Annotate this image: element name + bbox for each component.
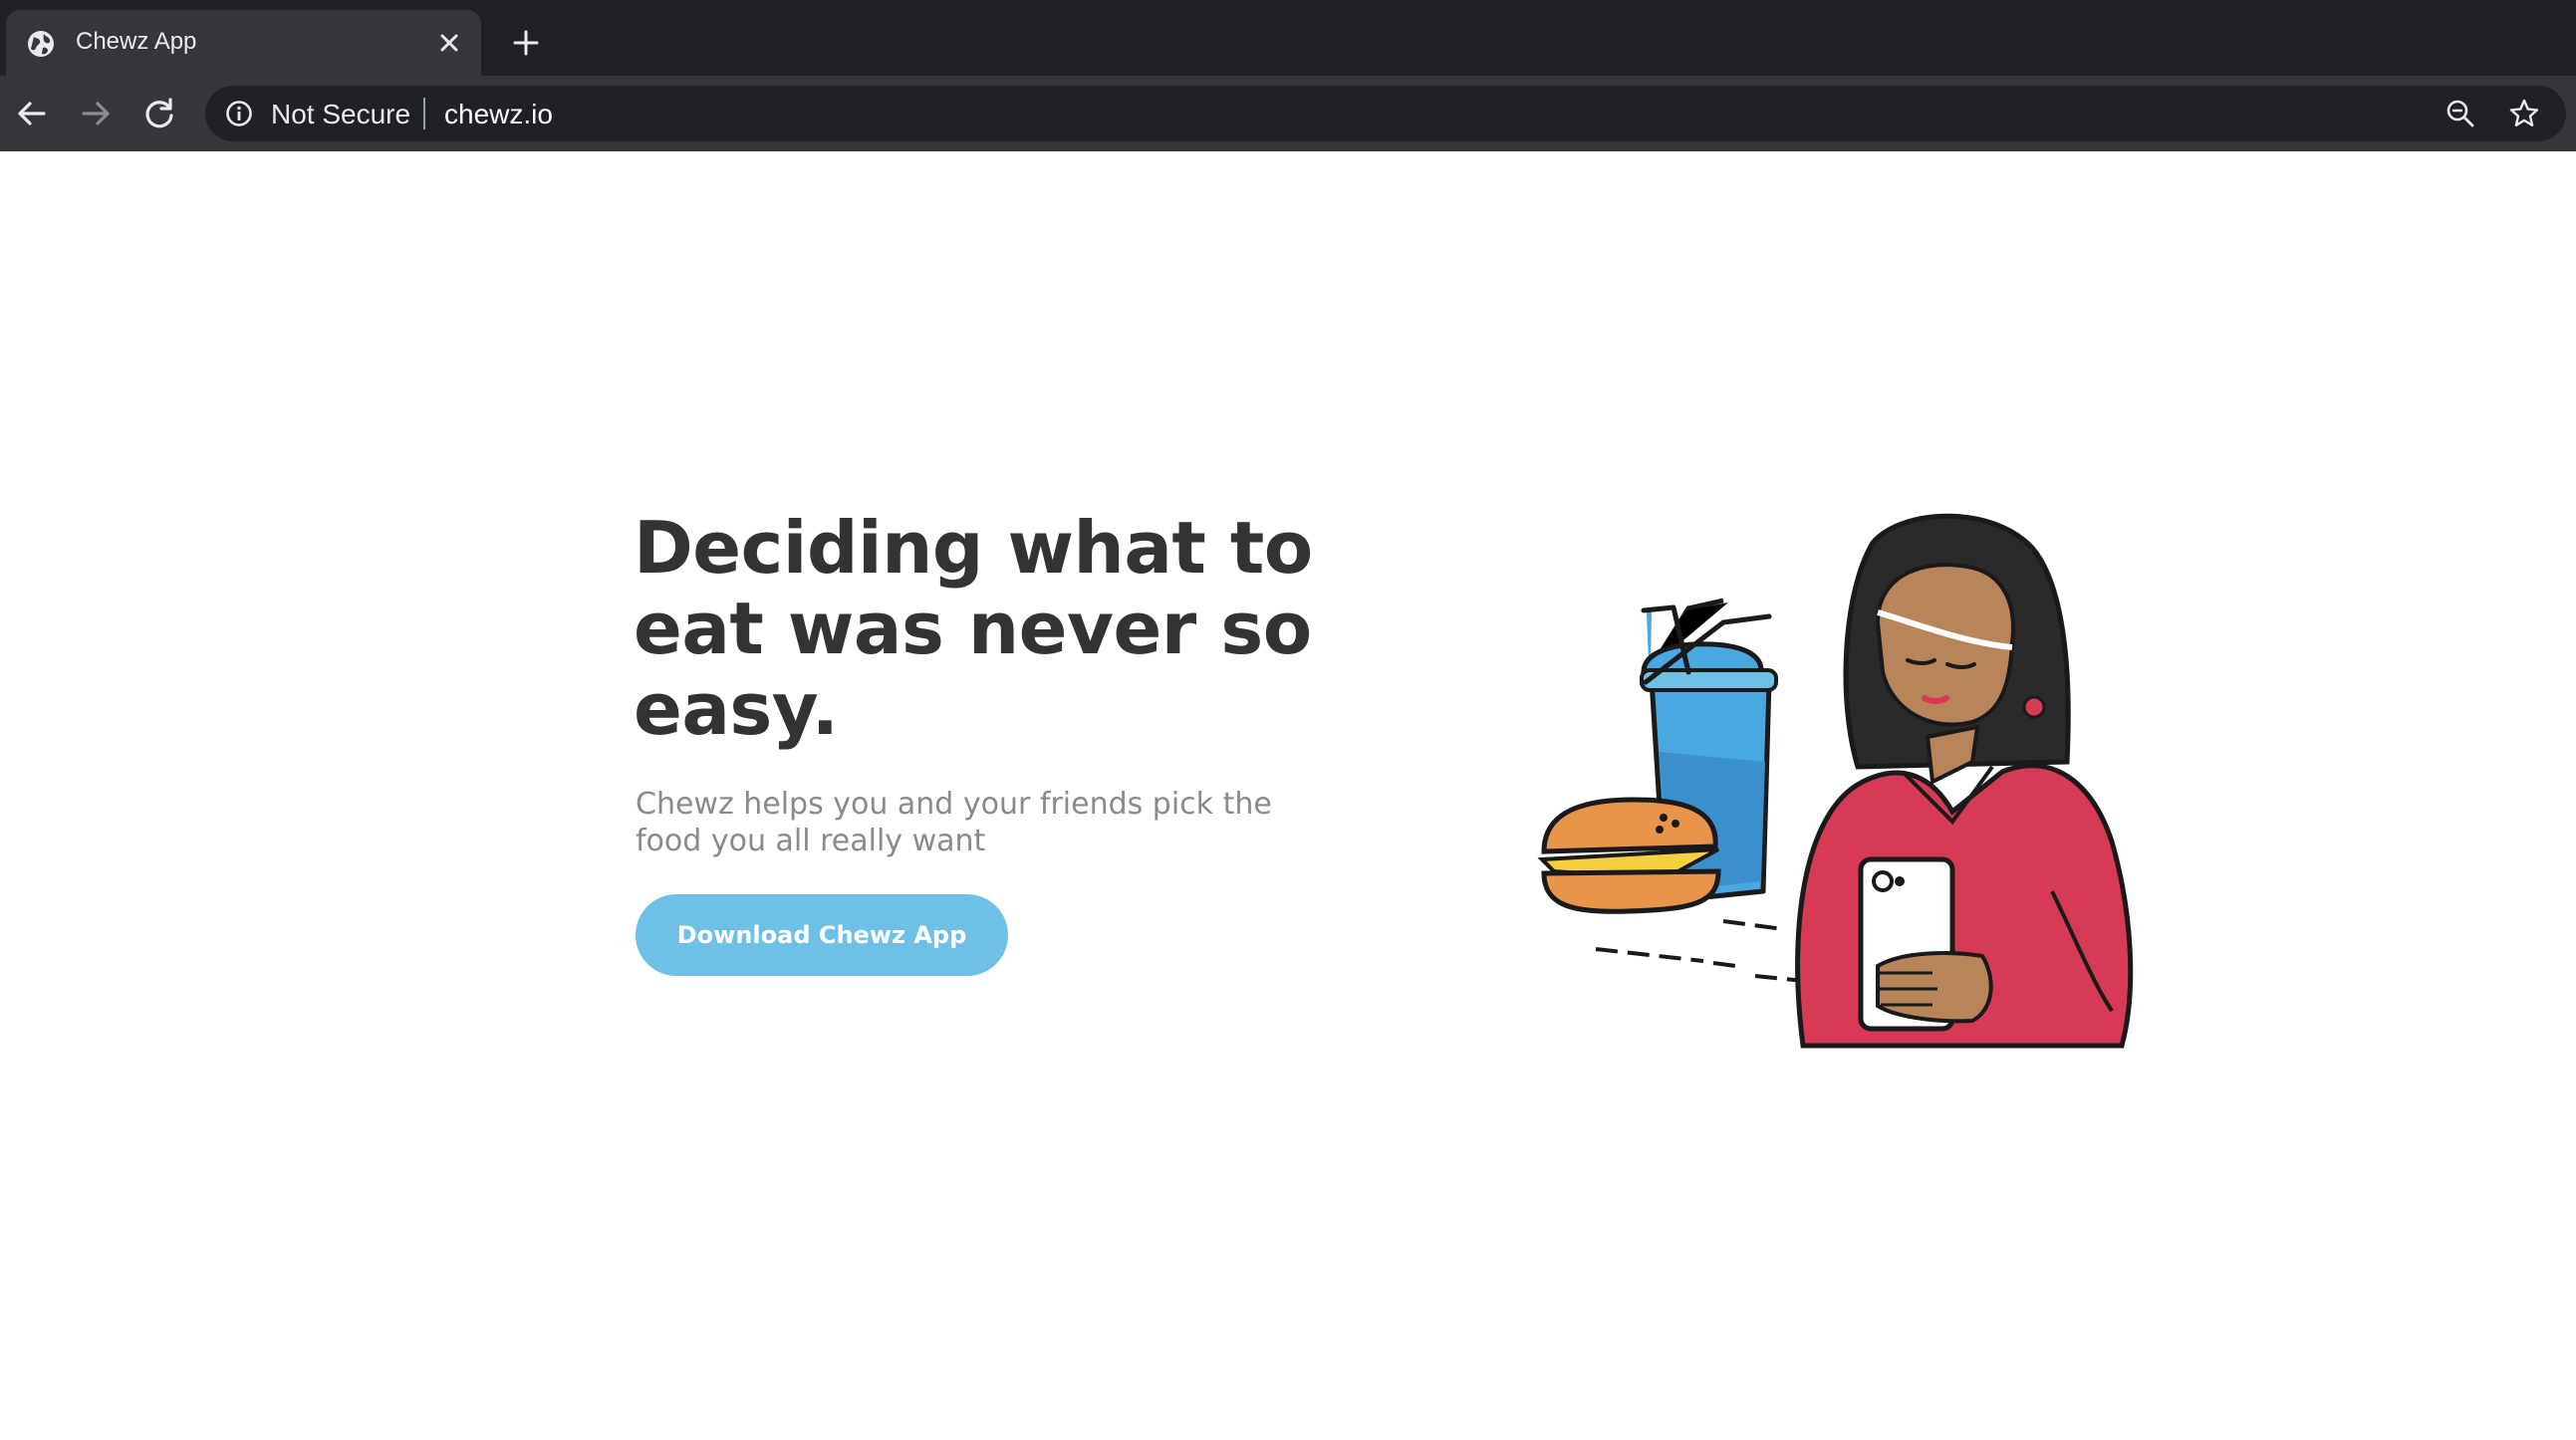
security-label[interactable]: Not Secure bbox=[271, 99, 410, 130]
download-app-button[interactable]: Download Chewz App bbox=[636, 894, 1008, 976]
url-text[interactable]: chewz.io bbox=[444, 99, 553, 130]
hero-subtitle: Chewz helps you and your friends pick th… bbox=[636, 787, 1272, 858]
info-icon[interactable] bbox=[225, 100, 253, 127]
plus-icon[interactable] bbox=[511, 28, 541, 58]
reload-icon[interactable] bbox=[141, 96, 177, 131]
address-bar[interactable]: Not Secure chewz.io bbox=[205, 86, 2566, 141]
browser-chrome: Chewz App Not Secure chewz.io bbox=[0, 0, 2576, 151]
hero-illustration bbox=[1537, 513, 2134, 1049]
star-icon[interactable] bbox=[2508, 98, 2540, 129]
globe-icon bbox=[28, 31, 54, 57]
zoom-icon[interactable] bbox=[2445, 98, 2476, 129]
forward-arrow-icon[interactable] bbox=[78, 96, 114, 131]
browser-toolbar: Not Secure chewz.io bbox=[0, 76, 2576, 151]
browser-tab[interactable]: Chewz App bbox=[6, 10, 481, 76]
close-icon[interactable] bbox=[436, 30, 462, 56]
tab-title: Chewz App bbox=[76, 28, 197, 55]
hero-title: Deciding what to eat was never so easy. bbox=[634, 506, 1313, 751]
address-divider bbox=[423, 98, 425, 129]
back-arrow-icon[interactable] bbox=[14, 96, 50, 131]
burger-illustration bbox=[1537, 797, 1721, 914]
